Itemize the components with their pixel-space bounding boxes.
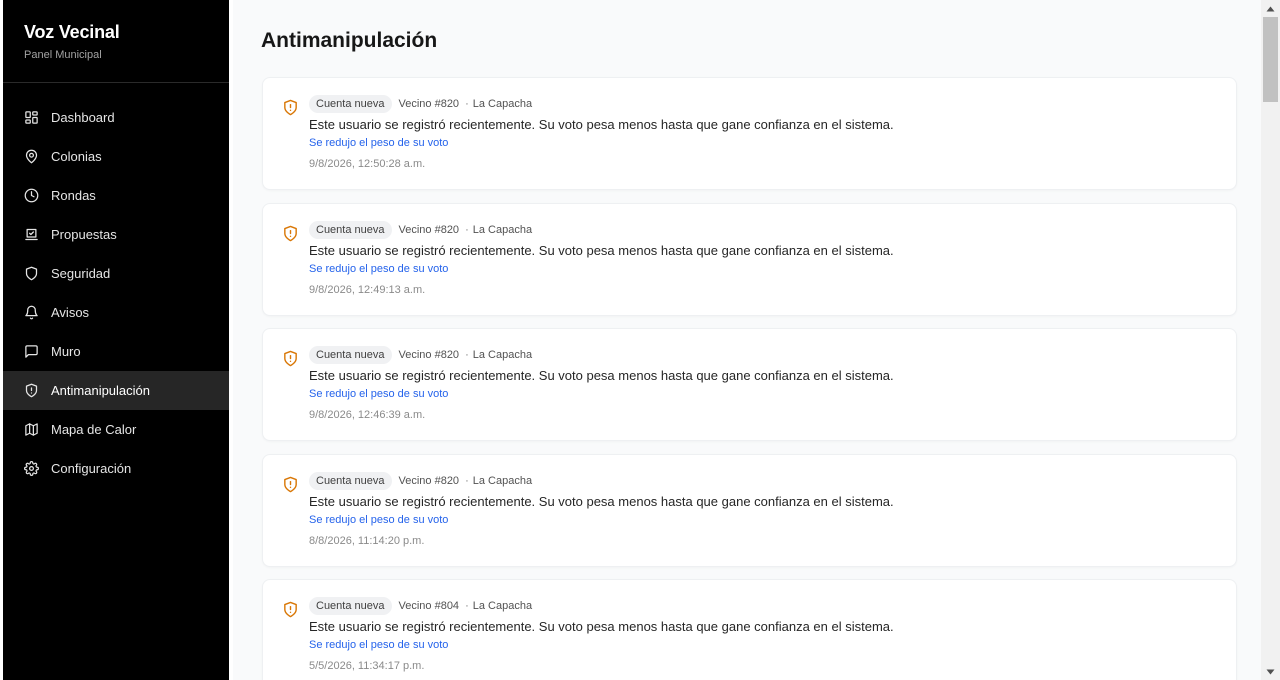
sidebar-item-label: Rondas [51,188,96,203]
sidebar-item-label: Seguridad [51,266,111,281]
voter-id: Vecino #820 [398,223,460,236]
event-action-link[interactable]: Se redujo el peso de su voto [309,262,448,276]
event-body: Cuenta nueva Vecino #820 · La Capacha Es… [309,346,1220,422]
sidebar-item-label: Configuración [51,461,132,476]
event-meta: Cuenta nueva Vecino #820 · La Capacha [309,346,1220,364]
event-meta: Cuenta nueva Vecino #820 · La Capacha [309,220,1220,239]
sidebar-item-propuestas[interactable]: Propuestas [3,215,229,254]
colony-name: La Capacha [472,223,533,236]
event-body: Cuenta nueva Vecino #820 · La Capacha Es… [309,220,1220,297]
event-action-link[interactable]: Se redujo el peso de su voto [309,136,448,150]
scrollbar-thumb[interactable] [1263,17,1278,102]
event-card: Cuenta nueva Vecino #804 · La Capacha Es… [262,579,1237,680]
meta-separator: · [465,474,469,487]
sidebar-item-muro[interactable]: Muro [3,332,229,371]
event-card: Cuenta nueva Vecino #820 · La Capacha Es… [262,453,1237,567]
sidebar-item-rondas[interactable]: Rondas [3,176,229,215]
event-type-badge: Cuenta nueva [309,471,392,490]
bell-icon [24,305,39,320]
meta-separator: · [465,349,469,361]
colony-name: La Capacha [472,474,533,487]
sidebar-nav: Dashboard Colonias Rondas Propuestas Seg… [3,83,229,488]
sidebar-item-label: Avisos [51,305,90,320]
sidebar-item-label: Mapa de Calor [51,422,137,437]
event-message: Este usuario se registró recientemente. … [309,619,894,634]
map-pin-icon [24,149,39,164]
voter-id: Vecino #820 [398,474,460,487]
event-card: Cuenta nueva Vecino #820 · La Capacha Es… [262,202,1237,316]
event-feed: Cuenta nueva Vecino #820 · La Capacha Es… [262,77,1237,680]
event-message: Este usuario se registró recientemente. … [309,117,894,132]
meta-separator: · [465,223,469,236]
colony-name: La Capacha [472,600,533,612]
sidebar-item-colonias[interactable]: Colonias [3,137,229,176]
sidebar-item-label: Dashboard [51,110,115,125]
shield-alert-icon [24,383,39,398]
event-timestamp: 5/5/2026, 11:34:17 p.m. [309,660,425,672]
event-message: Este usuario se registró recientemente. … [309,493,894,509]
main-content: Antimanipulación Cuenta nueva Vecino #82… [233,0,1263,680]
gear-icon [24,461,39,476]
sidebar-item-antimanipulacion[interactable]: Antimanipulación [3,371,229,410]
event-meta: Cuenta nueva Vecino #820 · La Capacha [309,471,1220,490]
page-title: Antimanipulación [261,29,438,52]
sidebar: Voz Vecinal Panel Municipal Dashboard Co… [3,0,229,680]
colony-name: La Capacha [472,98,533,110]
sidebar-item-label: Antimanipulación [51,383,151,398]
clock-icon [24,188,39,203]
shield-icon [24,266,39,281]
scroll-down-arrow-icon[interactable] [1261,663,1280,680]
page-scrollbar[interactable] [1261,0,1280,680]
shield-alert-icon [282,476,299,493]
event-type-badge: Cuenta nueva [309,597,392,615]
meta-separator: · [465,600,469,612]
event-type-badge: Cuenta nueva [309,220,392,239]
sidebar-item-avisos[interactable]: Avisos [3,293,229,332]
voter-id: Vecino #804 [398,600,460,612]
colony-name: La Capacha [472,349,533,361]
event-meta: Cuenta nueva Vecino #820 · La Capacha [309,95,1220,113]
event-timestamp: 8/8/2026, 11:14:20 p.m. [309,534,425,547]
shield-alert-icon [282,225,299,242]
scroll-up-arrow-icon[interactable] [1261,0,1280,17]
sidebar-item-label: Muro [51,344,81,359]
event-action-link[interactable]: Se redujo el peso de su voto [309,513,448,527]
event-action-link[interactable]: Se redujo el peso de su voto [309,638,448,652]
event-action-link[interactable]: Se redujo el peso de su voto [309,387,448,401]
dashboard-icon [24,110,39,125]
message-square-icon [24,344,39,359]
sidebar-item-configuracion[interactable]: Configuración [3,449,229,488]
sidebar-item-label: Colonias [51,149,102,164]
event-timestamp: 9/8/2026, 12:49:13 a.m. [309,283,426,296]
map-icon [24,422,39,437]
brand-subtitle: Panel Municipal [24,49,102,61]
event-type-badge: Cuenta nueva [309,346,392,364]
event-body: Cuenta nueva Vecino #804 · La Capacha Es… [309,597,1220,673]
sidebar-item-seguridad[interactable]: Seguridad [3,254,229,293]
event-body: Cuenta nueva Vecino #820 · La Capacha Es… [309,95,1220,171]
event-message: Este usuario se registró recientemente. … [309,368,894,383]
voter-id: Vecino #820 [398,349,460,361]
event-message: Este usuario se registró recientemente. … [309,242,894,258]
sidebar-item-dashboard[interactable]: Dashboard [3,98,229,137]
event-meta: Cuenta nueva Vecino #804 · La Capacha [309,597,1220,615]
voter-id: Vecino #820 [398,98,460,110]
brand: Voz Vecinal Panel Municipal [3,0,229,83]
shield-alert-icon [282,99,299,116]
shield-alert-icon [282,350,299,367]
shield-alert-icon [282,601,299,618]
event-card: Cuenta nueva Vecino #820 · La Capacha Es… [262,77,1237,190]
vote-box-icon [24,227,39,242]
event-type-badge: Cuenta nueva [309,95,392,113]
event-card: Cuenta nueva Vecino #820 · La Capacha Es… [262,328,1237,441]
brand-title: Voz Vecinal [24,22,120,42]
event-timestamp: 9/8/2026, 12:50:28 a.m. [309,158,426,170]
app-window: Voz Vecinal Panel Municipal Dashboard Co… [0,0,1280,680]
event-body: Cuenta nueva Vecino #820 · La Capacha Es… [309,471,1220,548]
meta-separator: · [465,98,469,110]
sidebar-item-label: Propuestas [51,227,117,242]
event-timestamp: 9/8/2026, 12:46:39 a.m. [309,409,426,421]
sidebar-item-mapa-de-calor[interactable]: Mapa de Calor [3,410,229,449]
